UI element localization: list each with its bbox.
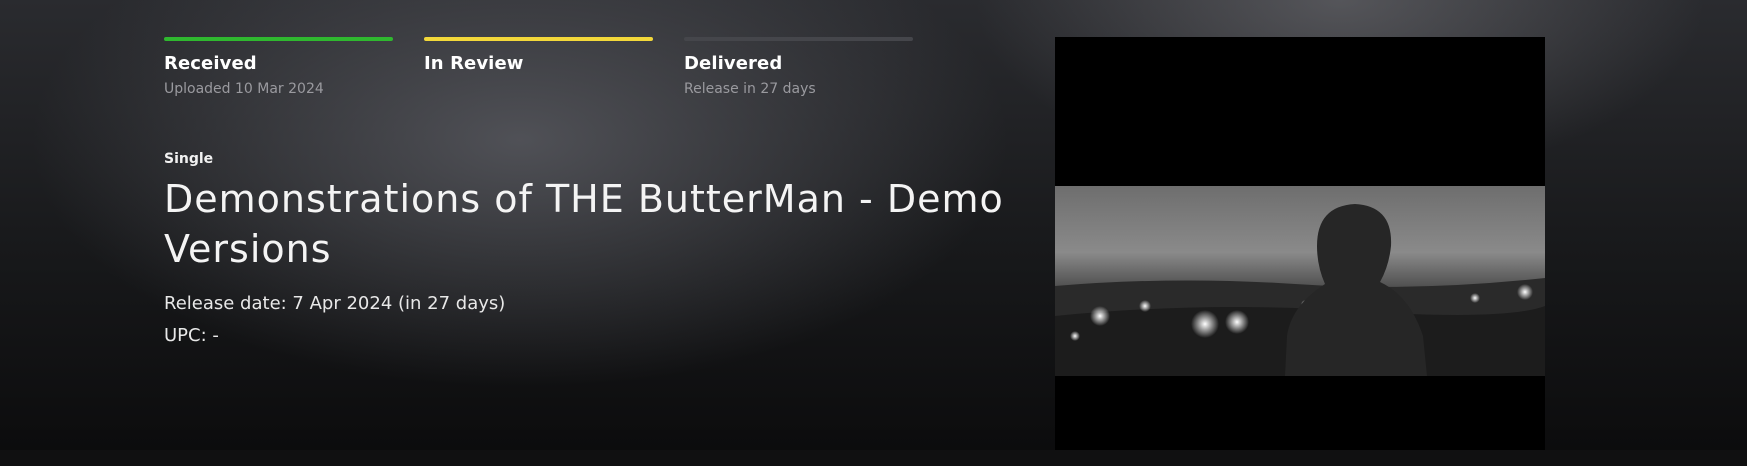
- step-received-title: Received: [164, 53, 257, 74]
- step-received-bar: [164, 37, 393, 41]
- release-info: Single Demonstrations of THE ButterMan -…: [164, 150, 1044, 352]
- release-type-label: Single: [164, 151, 214, 167]
- cover-art-photo: [1055, 186, 1545, 376]
- step-delivered: Delivered Release in 27 days: [684, 37, 913, 98]
- step-in-review-bar: [424, 37, 653, 41]
- release-date: Release date: 7 Apr 2024 (in 27 days): [164, 293, 506, 314]
- step-received-subtitle: Uploaded 10 Mar 2024: [164, 81, 324, 97]
- step-delivered-subtitle: Release in 27 days: [684, 81, 816, 97]
- step-received: Received Uploaded 10 Mar 2024: [164, 37, 393, 98]
- upc-code: UPC: -: [164, 325, 219, 346]
- step-in-review: In Review: [424, 37, 653, 98]
- step-delivered-title: Delivered: [684, 53, 783, 74]
- release-progress: Received Uploaded 10 Mar 2024 In Review …: [164, 37, 913, 98]
- release-title: Demonstrations of THE ButterMan - Demo V…: [164, 177, 1004, 271]
- step-in-review-title: In Review: [424, 53, 524, 74]
- bottom-bar: [0, 450, 1747, 466]
- step-delivered-bar: [684, 37, 913, 41]
- cover-art-image: [1055, 37, 1545, 466]
